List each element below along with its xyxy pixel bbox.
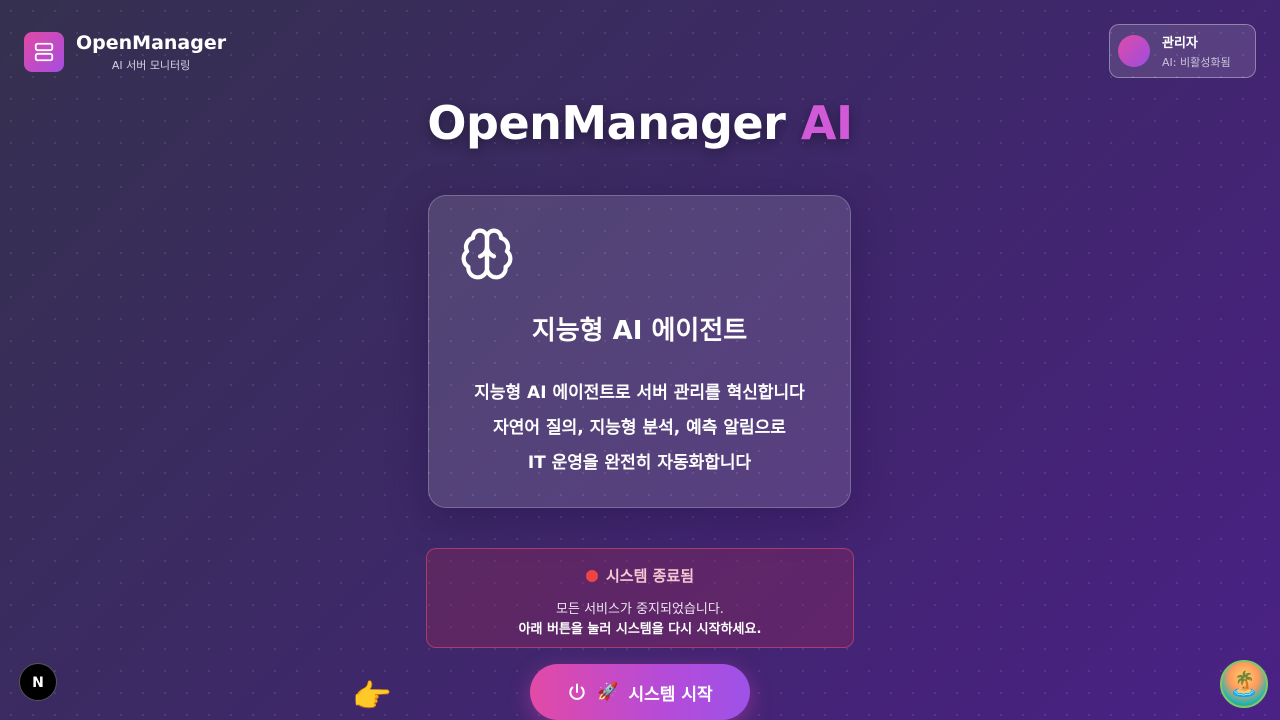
next-letter: N [32, 675, 44, 691]
page-title-main: OpenManager [427, 96, 786, 150]
start-button-label: 시스템 시작 [628, 684, 713, 705]
system-status-panel: 시스템 종료됨 모든 서비스가 중지되었습니다. 아래 버튼을 눌러 시스템을 … [426, 548, 854, 648]
feature-description: 지능형 AI 에이전트로 서버 관리를 혁신합니다 자연어 질의, 지능형 분석… [429, 376, 850, 481]
brand[interactable]: OpenManager AI 서버 모니터링 [24, 31, 226, 73]
status-message: 모든 서비스가 중지되었습니다. [556, 602, 724, 617]
server-icon [24, 32, 64, 72]
page-title-accent: AI [800, 96, 853, 150]
user-profile-button[interactable]: 관리자 AI: 비활성화됨 [1109, 24, 1256, 78]
status-title: 시스템 종료됨 [605, 567, 695, 585]
status-instruction: 아래 버튼을 눌러 시스템을 다시 시작하세요. [518, 622, 762, 637]
brain-icon [459, 226, 515, 282]
pointing-hand-icon: 👉 [352, 677, 392, 715]
ai-status-text: AI: 비활성화됨 [1162, 56, 1231, 69]
avatar [1118, 35, 1150, 67]
island-icon[interactable]: 🏝️ [1220, 660, 1268, 708]
feature-line: 자연어 질의, 지능형 분석, 예측 알림으로 [493, 418, 786, 438]
feature-title: 지능형 AI 에이전트 [531, 316, 748, 346]
brand-subtitle: AI 서버 모니터링 [111, 59, 191, 72]
power-icon [567, 682, 587, 702]
brand-title: OpenManager [76, 32, 227, 54]
rocket-icon: 🚀 [597, 682, 619, 702]
user-name: 관리자 [1162, 36, 1198, 51]
system-start-button[interactable]: 🚀 시스템 시작 [530, 664, 750, 720]
nextjs-dev-badge[interactable]: N [19, 663, 57, 701]
feature-line: 지능형 AI 에이전트로 서버 관리를 혁신합니다 [474, 383, 805, 403]
feature-line: IT 운영을 완전히 자동화합니다 [527, 453, 752, 473]
page-title: OpenManager AI [0, 96, 1280, 150]
feature-card[interactable]: 지능형 AI 에이전트 지능형 AI 에이전트로 서버 관리를 혁신합니다 자연… [428, 195, 851, 508]
status-indicator-dot [585, 569, 598, 582]
